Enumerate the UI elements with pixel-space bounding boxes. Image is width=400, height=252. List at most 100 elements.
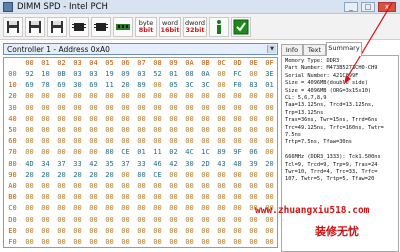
hex-cell[interactable]: 20 [37,170,54,180]
hex-cell[interactable]: 4C [181,147,198,157]
hex-cell[interactable]: 00 [21,237,38,247]
hex-cell[interactable]: 00 [21,114,38,124]
hex-cell[interactable]: 00 [165,203,182,213]
hex-cell[interactable]: 00 [37,91,54,101]
hex-cell[interactable]: 00 [101,215,118,225]
hex-cell[interactable]: 80 [133,170,150,180]
hex-cell[interactable]: 00 [37,215,54,225]
hex-cell[interactable]: FC [229,69,246,79]
hex-cell[interactable]: 00 [165,103,182,113]
hex-cell[interactable]: 00 [245,136,262,146]
hex-cell[interactable]: 00 [149,125,166,135]
hex-cell[interactable]: 00 [37,103,54,113]
hex-cell[interactable]: 00 [229,103,246,113]
hex-cell[interactable]: 00 [85,192,102,202]
hex-cell[interactable]: 00 [213,91,230,101]
hex-cell[interactable]: 00 [213,237,230,247]
hex-cell[interactable]: 00 [53,215,70,225]
hex-cell[interactable]: 00 [261,147,277,157]
hex-cell[interactable]: 00 [261,215,277,225]
hex-cell[interactable]: 00 [165,237,182,247]
hex-cell[interactable]: 00 [133,226,150,236]
hex-cell[interactable]: 00 [117,215,134,225]
hex-cell[interactable]: 00 [261,170,277,180]
hex-cell[interactable]: 00 [181,136,198,146]
hex-cell[interactable]: 00 [229,91,246,101]
hex-cell[interactable]: 00 [165,125,182,135]
hex-cell[interactable]: 00 [101,237,118,247]
hex-cell[interactable]: 00 [213,192,230,202]
hex-cell[interactable]: 3C [181,80,198,90]
hex-cell[interactable]: 00 [37,203,54,213]
hex-cell[interactable]: 00 [229,237,246,247]
hex-cell[interactable]: 00 [213,226,230,236]
hex-cell[interactable]: 00 [261,237,277,247]
hex-cell[interactable]: CE [149,170,166,180]
hex-cell[interactable]: 00 [245,170,262,180]
hex-cell[interactable]: 00 [245,237,262,247]
hex-cell[interactable]: 00 [53,103,70,113]
hex-cell[interactable]: 00 [229,203,246,213]
hex-cell[interactable]: 00 [229,226,246,236]
hex-cell[interactable]: 00 [197,136,214,146]
hex-cell[interactable]: 00 [117,170,134,180]
hex-cell[interactable]: 00 [149,103,166,113]
hex-cell[interactable]: 80 [101,147,118,157]
hex-cell[interactable]: 00 [117,114,134,124]
hex-cell[interactable]: 00 [181,215,198,225]
hex-cell[interactable]: 19 [101,69,118,79]
hex-cell[interactable]: 00 [21,192,38,202]
hex-cell[interactable]: 00 [229,215,246,225]
hex-cell[interactable]: 00 [53,114,70,124]
hex-cell[interactable]: 02 [165,147,182,157]
hex-cell[interactable]: 00 [181,125,198,135]
hex-cell[interactable]: 00 [85,226,102,236]
hex-cell[interactable]: 3E [261,69,277,79]
hex-cell[interactable]: 92 [21,69,38,79]
hex-cell[interactable]: 00 [165,136,182,146]
hex-cell[interactable]: 00 [21,226,38,236]
byte-view-button[interactable]: byte 8bit [135,17,157,37]
hex-cell[interactable]: 35 [101,159,118,169]
hex-cell[interactable]: 00 [165,91,182,101]
hex-cell[interactable]: 00 [53,237,70,247]
hex-cell[interactable]: CE [117,147,134,157]
hex-cell[interactable]: 83 [245,80,262,90]
hex-cell[interactable]: 00 [53,203,70,213]
hex-cell[interactable]: 00 [165,192,182,202]
open-button[interactable] [47,17,67,37]
hex-cell[interactable]: 00 [117,103,134,113]
hex-cell[interactable]: 00 [21,181,38,191]
exit-button[interactable] [231,17,251,37]
hex-cell[interactable]: 52 [149,69,166,79]
hex-cell[interactable]: 00 [261,91,277,101]
hex-cell[interactable]: 42 [165,159,182,169]
hex-cell[interactable]: 00 [85,136,102,146]
hex-cell[interactable]: 00 [69,147,86,157]
hex-cell[interactable]: 00 [245,103,262,113]
hex-cell[interactable]: 00 [149,181,166,191]
save-button[interactable] [3,17,23,37]
hex-cell[interactable]: 00 [53,136,70,146]
hex-cell[interactable]: 00 [181,192,198,202]
hex-cell[interactable]: 00 [229,114,246,124]
hex-cell[interactable]: 00 [69,226,86,236]
hex-cell[interactable]: 03 [133,69,150,79]
hex-cell[interactable]: 00 [37,136,54,146]
hex-cell[interactable]: 00 [85,181,102,191]
hex-cell[interactable]: 06 [245,147,262,157]
hex-cell[interactable]: 33 [69,159,86,169]
hex-cell[interactable]: 00 [213,215,230,225]
hex-cell[interactable]: 00 [149,226,166,236]
hex-cell[interactable]: 20 [117,80,134,90]
hex-cell[interactable]: 0B [53,69,70,79]
hex-cell[interactable]: 20 [21,170,38,180]
hex-cell[interactable]: 00 [101,203,118,213]
hex-cell[interactable]: 00 [229,192,246,202]
word-view-button[interactable]: word 16bit [159,17,181,37]
hex-cell[interactable]: 00 [197,226,214,236]
controller-select[interactable]: Controller 1 - Address 0xA0 ▼ [3,43,278,55]
hex-cell[interactable]: 00 [213,170,230,180]
hex-cell[interactable]: 00 [197,203,214,213]
hex-cell[interactable]: 00 [229,136,246,146]
